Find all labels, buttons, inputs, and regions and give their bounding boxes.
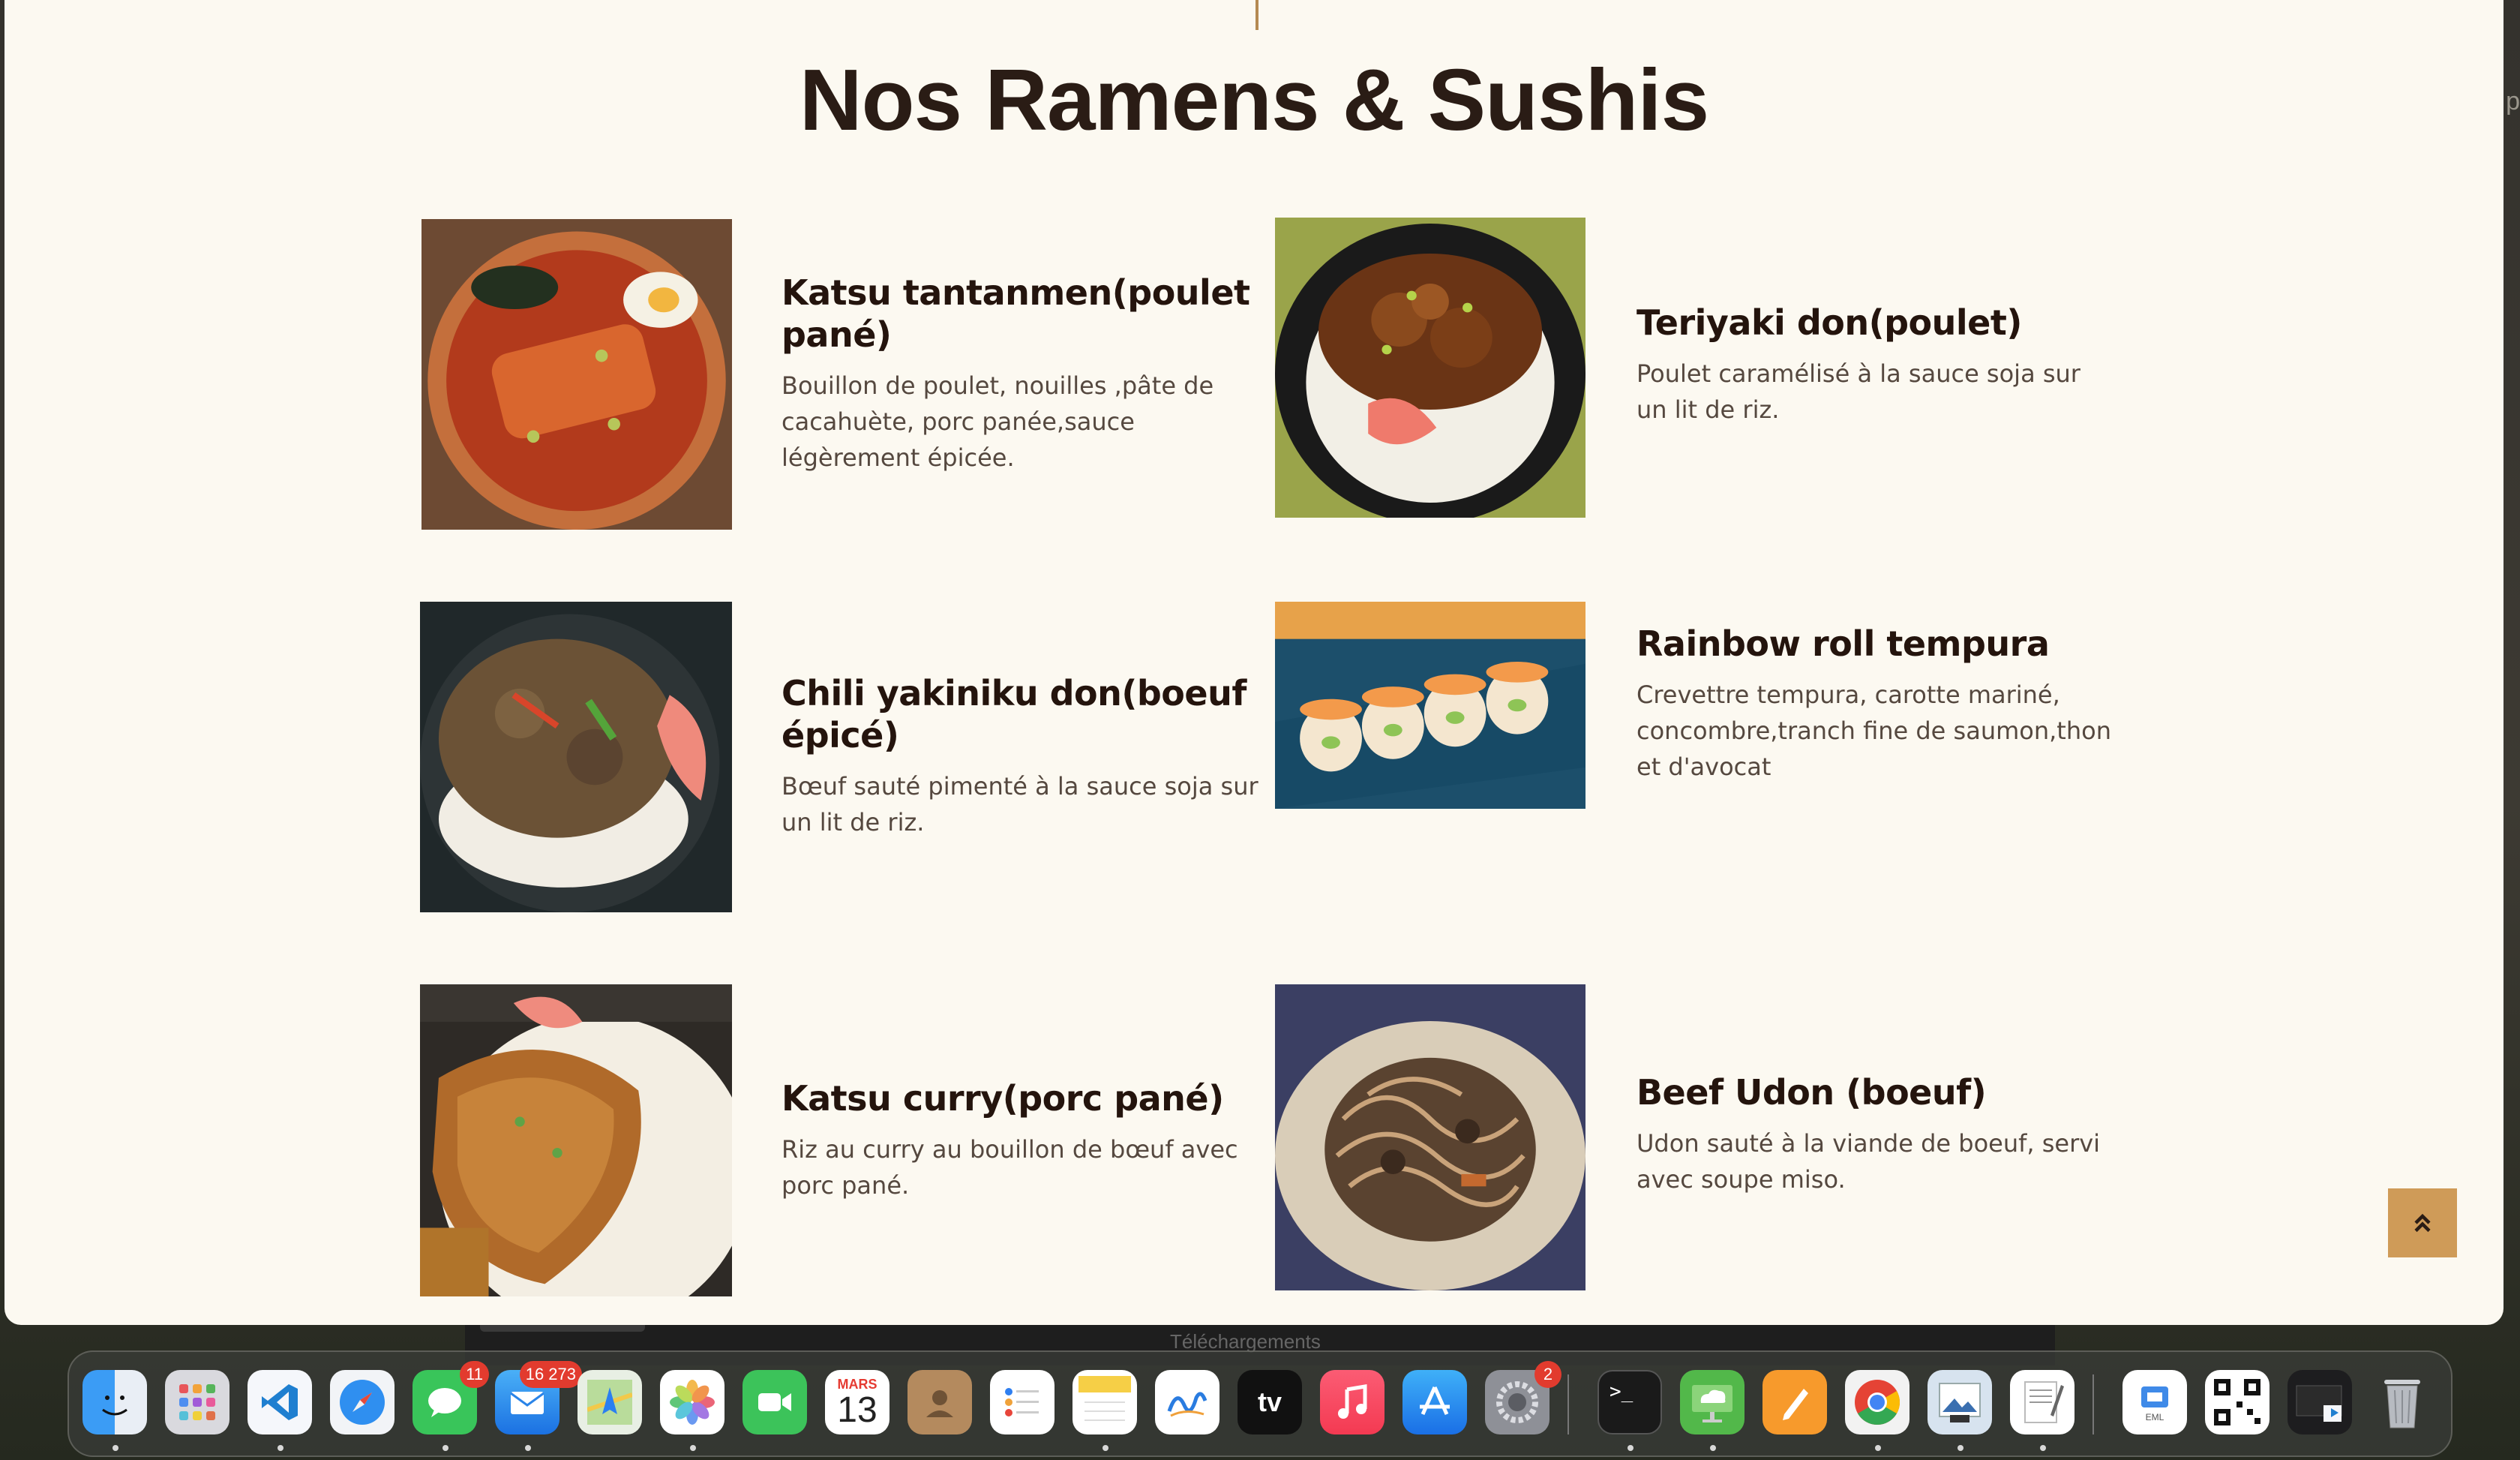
- double-chevron-up-icon: [2414, 1213, 2431, 1233]
- notes-icon[interactable]: [1072, 1370, 1137, 1434]
- dock-running-indicator: [690, 1445, 696, 1451]
- dock-running-indicator: [1875, 1445, 1881, 1451]
- dish-name: Katsu curry(porc pané): [782, 1078, 1224, 1119]
- teriyaki-don-photo: [1275, 218, 1586, 518]
- finder-icon[interactable]: [82, 1370, 147, 1434]
- dock-running-indicator: [112, 1445, 118, 1451]
- reminders-icon[interactable]: [990, 1370, 1054, 1434]
- chili-yakiniku-don-photo: [420, 602, 732, 912]
- dock-separator: [1568, 1374, 1569, 1434]
- katsu-curry-photo: [420, 984, 732, 1296]
- calendar-day: 13: [837, 1389, 878, 1430]
- trash-icon[interactable]: [2370, 1370, 2434, 1434]
- dock: 11 16 273 MARS 13 tv 2 >_ EML: [68, 1350, 2452, 1457]
- apple-tv-icon[interactable]: tv: [1238, 1370, 1302, 1434]
- dock-running-indicator: [442, 1445, 448, 1451]
- textedit-icon[interactable]: [2010, 1370, 2074, 1434]
- dish-name: Katsu tantanmen(poulet pané): [782, 272, 1250, 355]
- dock-separator: [2092, 1374, 2094, 1434]
- back-to-top-button[interactable]: [2388, 1188, 2457, 1257]
- dish-card-katsu-tantanmen: Katsu tantanmen(poulet pané) Bouillon de…: [782, 272, 1262, 476]
- freeform-icon[interactable]: [1155, 1370, 1220, 1434]
- eml-file-icon[interactable]: EML: [2122, 1370, 2187, 1434]
- app-store-icon[interactable]: [1402, 1370, 1467, 1434]
- dish-card-chili-yakiniku-don: Chili yakiniku don(boeuf épicé) Bœuf sau…: [782, 672, 1262, 840]
- calendar-icon[interactable]: MARS 13: [825, 1370, 890, 1434]
- dish-name: Teriyaki don(poulet): [1636, 302, 2022, 343]
- katsu-tantanmen-photo: [422, 219, 732, 530]
- notification-badge: 11: [460, 1361, 489, 1388]
- dish-description: Bouillon de poulet, nouilles ,pâte de ca…: [782, 371, 1214, 472]
- dish-card-rainbow-roll: Rainbow roll tempura Crevettre tempura, …: [1636, 623, 2116, 785]
- dish-card-katsu-curry: Katsu curry(porc pané) Riz au curry au b…: [782, 1077, 1262, 1203]
- qr-code-icon[interactable]: [2205, 1370, 2270, 1434]
- launchpad-icon[interactable]: [165, 1370, 230, 1434]
- browser-page: Nos Ramens & Sushis Katsu tantanmen(poul…: [4, 0, 2504, 1325]
- maps-icon[interactable]: [578, 1370, 642, 1434]
- dish-description: Bœuf sauté pimenté à la sauce soja sur u…: [782, 772, 1258, 837]
- dish-description: Poulet caramélisé à la sauce soja sur un…: [1636, 359, 2080, 424]
- remote-desktop-icon[interactable]: [1680, 1370, 1744, 1434]
- mail-icon[interactable]: 16 273: [495, 1361, 582, 1434]
- safari-icon[interactable]: [330, 1370, 394, 1434]
- beef-udon-photo: [1275, 984, 1586, 1290]
- preview-icon[interactable]: [1928, 1370, 1992, 1434]
- screenshot-stack-icon[interactable]: [2288, 1370, 2352, 1434]
- dock-running-indicator: [278, 1445, 284, 1451]
- dish-description: Crevettre tempura, carotte mariné, conco…: [1636, 680, 2111, 781]
- dish-description: Udon sauté à la viande de boeuf, servi a…: [1636, 1129, 2101, 1194]
- contacts-icon[interactable]: [908, 1370, 972, 1434]
- music-icon[interactable]: [1320, 1370, 1384, 1434]
- background-window-edge-text: p: [2506, 87, 2520, 116]
- notification-badge: 2: [1534, 1361, 1562, 1388]
- top-divider: [1256, 0, 1258, 30]
- dock-running-indicator: [2040, 1445, 2046, 1451]
- pages-icon[interactable]: [1762, 1370, 1827, 1434]
- section-title: Nos Ramens & Sushis: [799, 51, 1709, 149]
- dock-running-indicator: [1710, 1445, 1716, 1451]
- eml-label: EML: [2145, 1412, 2164, 1422]
- chrome-icon[interactable]: [1845, 1370, 1910, 1434]
- dock-running-indicator: [525, 1445, 531, 1451]
- apple-tv-label: tv: [1257, 1386, 1282, 1417]
- dish-name: Beef Udon (boeuf): [1636, 1072, 1987, 1113]
- messages-icon[interactable]: 11: [412, 1361, 489, 1434]
- facetime-icon[interactable]: [742, 1370, 807, 1434]
- dock-running-indicator: [1628, 1445, 1634, 1451]
- notification-badge: 16 273: [519, 1361, 582, 1388]
- vscode-icon[interactable]: [248, 1370, 312, 1434]
- dish-card-teriyaki-don: Teriyaki don(poulet) Poulet caramélisé à…: [1636, 302, 2116, 428]
- dish-card-beef-udon: Beef Udon (boeuf) Udon sauté à la viande…: [1636, 1071, 2116, 1197]
- system-settings-icon[interactable]: 2: [1485, 1361, 1562, 1434]
- rainbow-roll-photo: [1275, 602, 1586, 809]
- terminal-icon[interactable]: >_: [1598, 1370, 1662, 1434]
- dock-running-indicator: [1958, 1445, 1964, 1451]
- photos-icon[interactable]: [660, 1370, 724, 1434]
- dish-name: Rainbow roll tempura: [1636, 623, 2050, 664]
- dish-description: Riz au curry au bouillon de bœuf avec po…: [782, 1135, 1238, 1200]
- dish-name: Chili yakiniku don(boeuf épicé): [782, 673, 1246, 756]
- dock-running-indicator: [1102, 1445, 1108, 1451]
